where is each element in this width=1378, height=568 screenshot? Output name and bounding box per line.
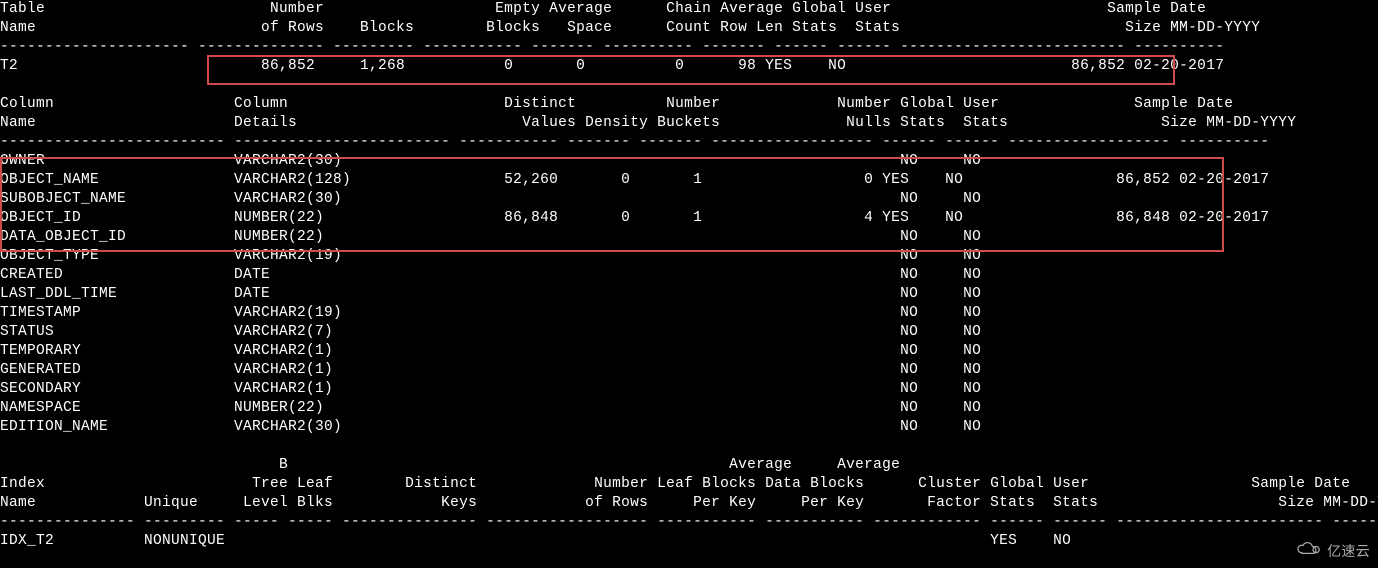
table-header-line2: Name of Rows Blocks Blocks Space Count R…	[0, 19, 1378, 38]
column-row: DATA_OBJECT_ID NUMBER(22) NO NO	[0, 228, 1378, 247]
column-row: SECONDARY VARCHAR2(1) NO NO	[0, 380, 1378, 399]
cloud-icon	[1293, 541, 1323, 562]
column-row: LAST_DDL_TIME DATE NO NO	[0, 285, 1378, 304]
column-row: NAMESPACE NUMBER(22) NO NO	[0, 399, 1378, 418]
column-row: SUBOBJECT_NAME VARCHAR2(30) NO NO	[0, 190, 1378, 209]
table-header-line1: Table Number Empty Average Chain Average…	[0, 0, 1378, 19]
blank-2	[0, 437, 1378, 456]
column-row: GENERATED VARCHAR2(1) NO NO	[0, 361, 1378, 380]
column-row: TEMPORARY VARCHAR2(1) NO NO	[0, 342, 1378, 361]
column-header-line1: Column Column Distinct Number Number Glo…	[0, 95, 1378, 114]
table-row-t2: T2 86,852 1,268 0 0 0 98 YES NO 86,852 0…	[0, 57, 1378, 76]
watermark: 亿速云	[1293, 541, 1370, 562]
index-header-sep: --------------- --------- ----- ----- --…	[0, 513, 1378, 532]
blank-1	[0, 76, 1378, 95]
index-header-line3: Name Unique Level Blks Keys of Rows Per …	[0, 494, 1378, 513]
column-row: EDITION_NAME VARCHAR2(30) NO NO	[0, 418, 1378, 437]
table-header-sep: --------------------- -------------- ---…	[0, 38, 1378, 57]
column-row: TIMESTAMP VARCHAR2(19) NO NO	[0, 304, 1378, 323]
index-header-line1: B Average Average	[0, 456, 1378, 475]
column-row: STATUS VARCHAR2(7) NO NO	[0, 323, 1378, 342]
column-row: CREATED DATE NO NO	[0, 266, 1378, 285]
watermark-text: 亿速云	[1327, 542, 1370, 561]
column-header-sep: ------------------------- --------------…	[0, 133, 1378, 152]
column-row: OBJECT_NAME VARCHAR2(128) 52,260 0 1 0 Y…	[0, 171, 1378, 190]
column-row: OBJECT_ID NUMBER(22) 86,848 0 1 4 YES NO…	[0, 209, 1378, 228]
index-row-idx-t2: IDX_T2 NONUNIQUE YES NO	[0, 532, 1378, 551]
index-header-line2: Index Tree Leaf Distinct Number Leaf Blo…	[0, 475, 1378, 494]
column-header-line2: Name Details Values Density Buckets Null…	[0, 114, 1378, 133]
column-row: OBJECT_TYPE VARCHAR2(19) NO NO	[0, 247, 1378, 266]
column-row: OWNER VARCHAR2(30) NO NO	[0, 152, 1378, 171]
